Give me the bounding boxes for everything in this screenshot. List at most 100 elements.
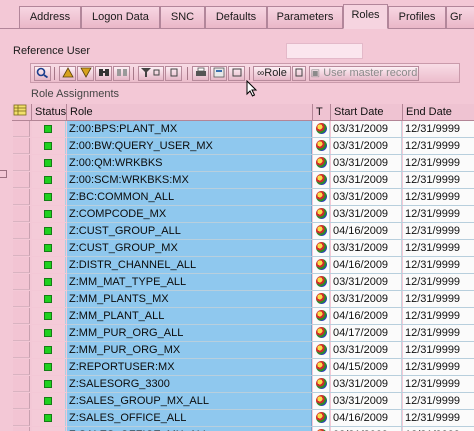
end-date-cell[interactable]: 12/31/9999 <box>403 172 474 188</box>
role-cell[interactable]: Z:SALESORG_3300 <box>67 376 312 392</box>
row-selector[interactable] <box>13 206 30 222</box>
export-icon[interactable] <box>210 66 227 81</box>
table-row[interactable]: Z:SALESORG_3300 03/31/2009 12/31/9999 <box>12 376 474 393</box>
role-cell[interactable]: Z:MM_PLANT_ALL <box>67 308 312 324</box>
row-selector[interactable] <box>13 155 30 171</box>
role-button[interactable]: ∞Role <box>253 66 291 81</box>
end-date-cell[interactable]: 12/31/9999 <box>403 308 474 324</box>
tab-snc[interactable]: SNC <box>160 6 205 28</box>
role-cell[interactable]: Z:SALES_OFFICE_MX_ALL <box>67 427 312 431</box>
table-row[interactable]: Z:MM_PLANT_ALL 04/16/2009 12/31/9999 <box>12 308 474 325</box>
row-selector[interactable] <box>13 257 30 273</box>
end-date-cell[interactable]: 12/31/9999 <box>403 206 474 222</box>
sort-descending-icon[interactable] <box>77 66 94 81</box>
row-selector[interactable] <box>13 393 30 409</box>
role-cell[interactable]: Z:CUST_GROUP_MX <box>67 240 312 256</box>
end-date-cell[interactable]: 12/31/9999 <box>403 121 474 137</box>
tab-roles[interactable]: Roles <box>343 4 388 29</box>
row-selector[interactable] <box>13 240 30 256</box>
end-date-cell[interactable]: 12/31/9999 <box>403 427 474 431</box>
role-cell[interactable]: Z:00:SCM:WRKBKS:MX <box>67 172 312 188</box>
tab-profiles[interactable]: Profiles <box>388 6 446 28</box>
details-icon[interactable] <box>34 66 51 81</box>
table-row[interactable]: Z:REPORTUSER:MX 04/15/2009 12/31/9999 <box>12 359 474 376</box>
role-cell[interactable]: Z:MM_MAT_TYPE_ALL <box>67 274 312 290</box>
end-date-cell[interactable]: 12/31/9999 <box>403 257 474 273</box>
role-cell[interactable]: Z:MM_PUR_ORG_MX <box>67 342 312 358</box>
column-header-status[interactable]: Status <box>32 104 67 120</box>
end-date-cell[interactable]: 12/31/9999 <box>403 155 474 171</box>
tab-groups[interactable]: Gr <box>446 6 474 28</box>
filter-icon[interactable] <box>138 66 164 81</box>
end-date-cell[interactable]: 12/31/9999 <box>403 325 474 341</box>
table-row[interactable]: Z:SALES_OFFICE_MX_ALL 03/31/200912/31/999… <box>12 427 474 431</box>
splitter-handle[interactable] <box>0 170 7 178</box>
end-date-cell[interactable]: 12/31/9999 <box>403 393 474 409</box>
start-date-cell[interactable]: 04/16/2009 <box>331 308 402 324</box>
start-date-cell[interactable]: 03/31/2009 <box>331 342 402 358</box>
row-selector[interactable] <box>13 138 30 154</box>
table-row[interactable]: Z:SALES_GROUP_MX_ALL 03/31/2009 12/31/9999 <box>12 393 474 410</box>
start-date-cell[interactable]: 03/31/2009 <box>331 274 402 290</box>
row-selector[interactable] <box>13 121 30 137</box>
row-selector[interactable] <box>13 223 30 239</box>
row-selector[interactable] <box>13 359 30 375</box>
start-date-cell[interactable]: 03/31/2009 <box>331 240 402 256</box>
table-row[interactable]: Z:BC:COMMON_ALL 03/31/2009 12/31/9999 <box>12 189 474 206</box>
row-selector[interactable] <box>13 376 30 392</box>
end-date-cell[interactable]: 12/31/9999 <box>403 223 474 239</box>
row-selector[interactable] <box>13 274 30 290</box>
reference-user-input[interactable] <box>286 43 363 59</box>
role-cell[interactable]: Z:00:BW:QUERY_USER_MX <box>67 138 312 154</box>
layout-icon[interactable] <box>228 66 245 81</box>
column-header-end-date[interactable]: End Date <box>403 104 474 120</box>
role-cell[interactable]: Z:MM_PUR_ORG_ALL <box>67 325 312 341</box>
role-cell[interactable]: Z:00:BPS:PLANT_MX <box>67 121 312 137</box>
start-date-cell[interactable]: 03/31/2009 <box>331 427 402 431</box>
start-date-cell[interactable]: 04/16/2009 <box>331 410 402 426</box>
end-date-cell[interactable]: 12/31/9999 <box>403 359 474 375</box>
table-row[interactable]: Z:SALES_OFFICE_ALL 04/16/2009 12/31/9999 <box>12 410 474 427</box>
start-date-cell[interactable]: 03/31/2009 <box>331 189 402 205</box>
end-date-cell[interactable]: 12/31/9999 <box>403 189 474 205</box>
start-date-cell[interactable]: 03/31/2009 <box>331 121 402 137</box>
start-date-cell[interactable]: 03/31/2009 <box>331 172 402 188</box>
start-date-cell[interactable]: 03/31/2009 <box>331 393 402 409</box>
tab-logon-data[interactable]: Logon Data <box>81 6 160 28</box>
end-date-cell[interactable]: 12/31/9999 <box>403 240 474 256</box>
role-cell[interactable]: Z:CUST_GROUP_ALL <box>67 223 312 239</box>
start-date-cell[interactable]: 04/16/2009 <box>331 257 402 273</box>
table-row[interactable]: Z:00:BPS:PLANT_MX 03/31/2009 12/31/9999 <box>12 121 474 138</box>
sort-ascending-icon[interactable] <box>59 66 76 81</box>
end-date-cell[interactable]: 12/31/9999 <box>403 274 474 290</box>
row-selector[interactable] <box>13 172 30 188</box>
role-cell[interactable]: Z:MM_PLANTS_MX <box>67 291 312 307</box>
role-cell[interactable]: Z:COMPCODE_MX <box>67 206 312 222</box>
table-row[interactable]: Z:DISTR_CHANNEL_ALL 04/16/2009 12/31/9999 <box>12 257 474 274</box>
table-row[interactable]: Z:CUST_GROUP_MX 03/31/2009 12/31/9999 <box>12 240 474 257</box>
table-row[interactable]: Z:00:BW:QUERY_USER_MX 03/31/2009 12/31/999… <box>12 138 474 155</box>
start-date-cell[interactable]: 03/31/2009 <box>331 206 402 222</box>
end-date-cell[interactable]: 12/31/9999 <box>403 410 474 426</box>
end-date-cell[interactable]: 12/31/9999 <box>403 376 474 392</box>
tab-address[interactable]: Address <box>19 6 81 28</box>
tab-defaults[interactable]: Defaults <box>205 6 267 28</box>
row-selector[interactable] <box>13 342 30 358</box>
table-row[interactable]: Z:CUST_GROUP_ALL 04/16/2009 12/31/9999 <box>12 223 474 240</box>
table-row[interactable]: Z:MM_PLANTS_MX 03/31/2009 12/31/9999 <box>12 291 474 308</box>
tab-parameters[interactable]: Parameters <box>267 6 343 28</box>
table-row[interactable]: Z:COMPCODE_MX 03/31/2009 12/31/9999 <box>12 206 474 223</box>
role-cell[interactable]: Z:DISTR_CHANNEL_ALL <box>67 257 312 273</box>
role-menu-icon[interactable] <box>292 66 306 81</box>
role-cell[interactable]: Z:BC:COMMON_ALL <box>67 189 312 205</box>
end-date-cell[interactable]: 12/31/9999 <box>403 138 474 154</box>
row-selector[interactable] <box>13 189 30 205</box>
start-date-cell[interactable]: 03/31/2009 <box>331 138 402 154</box>
start-date-cell[interactable]: 04/17/2009 <box>331 325 402 341</box>
table-row[interactable]: Z:MM_PUR_ORG_ALL 04/17/2009 12/31/9999 <box>12 325 474 342</box>
role-cell[interactable]: Z:00:QM:WRKBKS <box>67 155 312 171</box>
row-selector[interactable] <box>13 410 30 426</box>
row-selector[interactable] <box>13 427 30 431</box>
start-date-cell[interactable]: 03/31/2009 <box>331 155 402 171</box>
start-date-cell[interactable]: 03/31/2009 <box>331 291 402 307</box>
